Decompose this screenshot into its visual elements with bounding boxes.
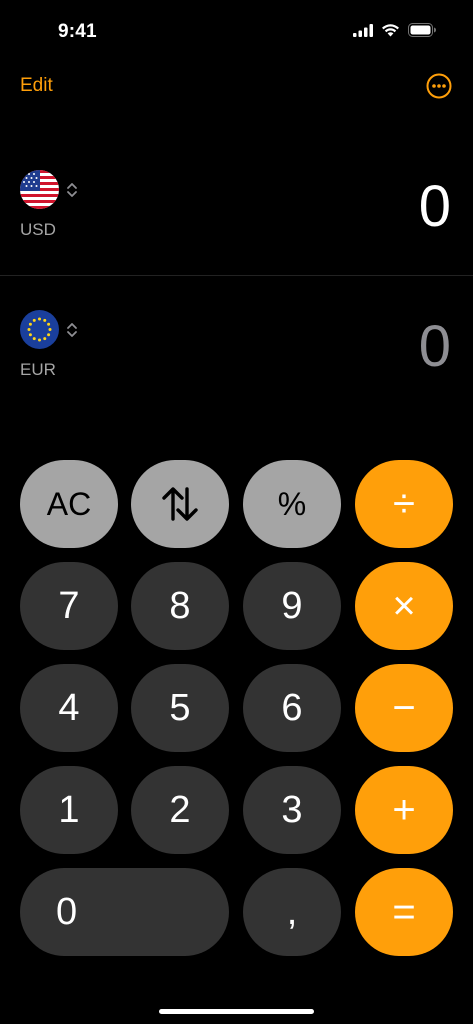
currency-picker-usd[interactable] [20, 170, 79, 209]
percent-label: % [277, 485, 307, 522]
digit-7-button[interactable]: 7 [20, 562, 118, 650]
currency-row-usd: USD 0 [0, 150, 473, 270]
plus-button[interactable]: + [355, 766, 453, 854]
digit-4-button[interactable]: 4 [20, 664, 118, 752]
amount-usd[interactable]: 0 [419, 172, 451, 242]
plus-label: + [392, 787, 416, 832]
cellular-signal-icon [353, 23, 373, 37]
digit-8-button[interactable]: 8 [131, 562, 229, 650]
digit-label: 6 [281, 686, 303, 729]
digit-label: 9 [281, 584, 303, 627]
status-time: 9:41 [58, 21, 97, 42]
chevron-up-down-icon [67, 182, 77, 197]
currency-code-usd: USD [20, 220, 56, 239]
digit-6-button[interactable]: 6 [243, 664, 341, 752]
multiply-label: × [392, 583, 416, 628]
divide-button[interactable]: ÷ [355, 460, 453, 548]
chevron-up-down-icon [67, 322, 77, 337]
amount-eur[interactable]: 0 [419, 312, 451, 382]
ellipsis-circle-icon [426, 73, 452, 99]
digit-label: 5 [169, 686, 191, 729]
digit-1-button[interactable]: 1 [20, 766, 118, 854]
equals-button[interactable]: = [355, 868, 453, 956]
clear-label: AC [46, 485, 92, 522]
digit-label: 7 [58, 584, 80, 627]
minus-button[interactable]: − [355, 664, 453, 752]
divider [0, 275, 473, 276]
currency-code-eur: EUR [20, 360, 56, 379]
top-bar: Edit [0, 64, 473, 108]
status-bar: 9:41 [0, 0, 473, 64]
digit-label: 3 [281, 788, 303, 831]
digit-2-button[interactable]: 2 [131, 766, 229, 854]
divide-label: ÷ [393, 481, 415, 526]
battery-icon [408, 23, 436, 37]
us-flag-icon [20, 170, 59, 209]
edit-button[interactable]: Edit [20, 75, 53, 97]
digit-label: 2 [169, 788, 191, 831]
more-button[interactable] [426, 73, 452, 99]
currency-picker-eur[interactable] [20, 310, 79, 349]
digit-9-button[interactable]: 9 [243, 562, 341, 650]
minus-label: − [392, 685, 416, 730]
equals-label: = [392, 889, 416, 934]
home-indicator[interactable] [159, 1009, 314, 1014]
currency-row-eur: EUR 0 [0, 290, 473, 410]
decimal-label: , [286, 890, 298, 933]
swap-arrows-icon [162, 487, 198, 521]
digit-3-button[interactable]: 3 [243, 766, 341, 854]
digit-label: 8 [169, 584, 191, 627]
percent-button[interactable]: % [243, 460, 341, 548]
digit-label: 4 [58, 686, 80, 729]
status-icons [353, 23, 437, 37]
multiply-button[interactable]: × [355, 562, 453, 650]
digit-5-button[interactable]: 5 [131, 664, 229, 752]
digit-0-button[interactable]: 0 [20, 868, 229, 956]
decimal-button[interactable]: , [243, 868, 341, 956]
digit-label: 1 [58, 788, 80, 831]
digit-label: 0 [56, 890, 78, 933]
clear-button[interactable]: AC [20, 460, 118, 548]
swap-button[interactable] [131, 460, 229, 548]
eu-flag-icon [20, 310, 59, 349]
wifi-icon [382, 24, 399, 37]
